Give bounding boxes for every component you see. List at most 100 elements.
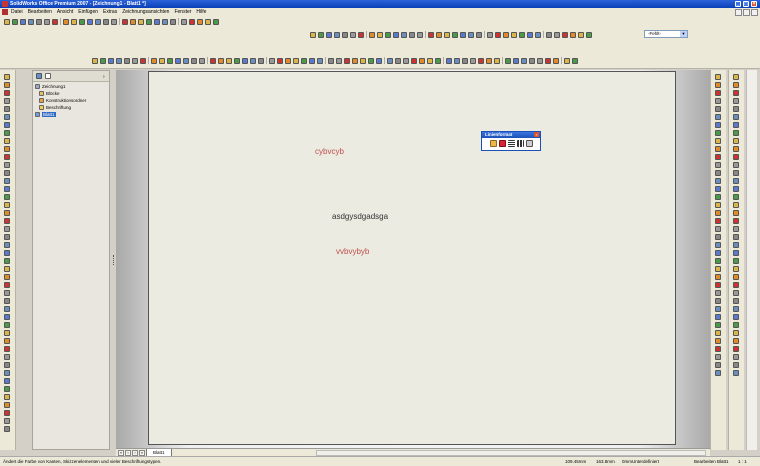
standard-tool-icon[interactable] (146, 18, 152, 25)
right-b-tool-icon[interactable] (733, 130, 739, 136)
annotation-tool-icon[interactable] (199, 57, 205, 64)
view-tool-icon[interactable] (428, 31, 434, 38)
menu-7[interactable]: Hilfe (196, 8, 206, 16)
sketch-tool-icon[interactable] (4, 370, 10, 376)
standard-tool-icon[interactable] (12, 18, 18, 25)
annotation-tool-icon[interactable] (258, 57, 264, 64)
sketch-tool-icon[interactable] (4, 242, 10, 248)
right-b-tool-icon[interactable] (733, 154, 739, 160)
view-tool-icon[interactable] (358, 31, 364, 38)
annotation-tool-icon[interactable] (92, 57, 98, 64)
right-b-tool-icon[interactable] (733, 322, 739, 328)
annotation-tool-icon[interactable] (108, 57, 114, 64)
annotation-tool-icon[interactable] (124, 57, 130, 64)
right-a-tool-icon[interactable] (715, 274, 721, 280)
chevron-right-icon[interactable]: › (103, 74, 107, 80)
right-b-tool-icon[interactable] (733, 234, 739, 240)
feature-tree-tab-icon[interactable] (36, 73, 42, 79)
standard-tool-icon[interactable] (170, 18, 176, 25)
annotation-tool-icon[interactable] (336, 57, 342, 64)
drawing-sheet[interactable]: cybvcyb asdgysdgadsga vvbvybyb (148, 71, 676, 445)
tree-item-1[interactable]: Blöcke (35, 90, 86, 97)
view-tool-icon[interactable] (570, 31, 576, 38)
right-a-tool-icon[interactable] (715, 138, 721, 144)
standard-tool-icon[interactable] (44, 18, 50, 25)
standard-tool-icon[interactable] (4, 18, 10, 25)
right-b-tool-icon[interactable] (733, 178, 739, 184)
sketch-tool-icon[interactable] (4, 402, 10, 408)
sketch-tool-icon[interactable] (4, 282, 10, 288)
sketch-tool-icon[interactable] (4, 298, 10, 304)
right-b-tool-icon[interactable] (733, 186, 739, 192)
right-a-tool-icon[interactable] (715, 202, 721, 208)
view-tool-icon[interactable] (369, 31, 375, 38)
right-b-tool-icon[interactable] (733, 106, 739, 112)
annotation-tool-icon[interactable] (317, 57, 323, 64)
sketch-tool-icon[interactable] (4, 210, 10, 216)
annotation-tool-icon[interactable] (505, 57, 511, 64)
sketch-tool-icon[interactable] (4, 362, 10, 368)
doc-minimize-button[interactable] (735, 9, 742, 16)
view-tool-icon[interactable] (444, 31, 450, 38)
sketch-tool-icon[interactable] (4, 234, 10, 240)
view-tool-icon[interactable] (546, 31, 552, 38)
sketch-tool-icon[interactable] (4, 258, 10, 264)
right-b-tool-icon[interactable] (733, 170, 739, 176)
right-a-tool-icon[interactable] (715, 266, 721, 272)
right-a-tool-icon[interactable] (715, 82, 721, 88)
right-b-tool-icon[interactable] (733, 266, 739, 272)
view-tool-icon[interactable] (326, 31, 332, 38)
sketch-tool-icon[interactable] (4, 194, 10, 200)
standard-tool-icon[interactable] (197, 18, 203, 25)
annotation-tool-icon[interactable] (411, 57, 417, 64)
tree-item-0[interactable]: Zeichnung1 (35, 83, 86, 90)
sketch-tool-icon[interactable] (4, 346, 10, 352)
sketch-tool-icon[interactable] (4, 122, 10, 128)
right-a-tool-icon[interactable] (715, 290, 721, 296)
view-tool-icon[interactable] (334, 31, 340, 38)
right-a-tool-icon[interactable] (715, 146, 721, 152)
standard-tool-icon[interactable] (189, 18, 195, 25)
view-tool-icon[interactable] (527, 31, 533, 38)
view-tool-icon[interactable] (511, 31, 517, 38)
annotation-tool-icon[interactable] (269, 57, 275, 64)
minimize-button[interactable]: _ (735, 1, 741, 7)
sketch-tool-icon[interactable] (4, 82, 10, 88)
sketch-tool-icon[interactable] (4, 250, 10, 256)
menu-3[interactable]: Einfügen (78, 8, 98, 16)
standard-tool-icon[interactable] (20, 18, 26, 25)
annotation-tool-icon[interactable] (395, 57, 401, 64)
right-a-tool-icon[interactable] (715, 186, 721, 192)
right-b-tool-icon[interactable] (733, 346, 739, 352)
sketch-tool-icon[interactable] (4, 170, 10, 176)
right-a-tool-icon[interactable] (715, 330, 721, 336)
right-b-tool-icon[interactable] (733, 122, 739, 128)
view-tool-icon[interactable] (385, 31, 391, 38)
menu-1[interactable]: Bearbeiten (28, 8, 52, 16)
right-b-tool-icon[interactable] (733, 314, 739, 320)
right-b-tool-icon[interactable] (733, 306, 739, 312)
sketch-tool-icon[interactable] (4, 266, 10, 272)
annotation-tool-icon[interactable] (537, 57, 543, 64)
annotation-tool-icon[interactable] (218, 57, 224, 64)
annotation-tool-icon[interactable] (293, 57, 299, 64)
right-b-tool-icon[interactable] (733, 258, 739, 264)
view-tool-icon[interactable] (393, 31, 399, 38)
annotation-tool-icon[interactable] (167, 57, 173, 64)
view-tool-icon[interactable] (487, 31, 493, 38)
right-b-tool-icon[interactable] (733, 298, 739, 304)
right-b-tool-icon[interactable] (733, 242, 739, 248)
right-b-tool-icon[interactable] (733, 202, 739, 208)
annotation-tool-icon[interactable] (529, 57, 535, 64)
annotation-tool-icon[interactable] (454, 57, 460, 64)
annotation-tool-icon[interactable] (435, 57, 441, 64)
menu-4[interactable]: Extras (103, 8, 117, 16)
standard-tool-icon[interactable] (52, 18, 58, 25)
sketch-tool-icon[interactable] (4, 74, 10, 80)
right-a-tool-icon[interactable] (715, 314, 721, 320)
sketch-tool-icon[interactable] (4, 114, 10, 120)
sketch-tool-icon[interactable] (4, 386, 10, 392)
annotation-tool-icon[interactable] (140, 57, 146, 64)
view-tool-icon[interactable] (350, 31, 356, 38)
document-menu-icon[interactable] (2, 9, 8, 15)
